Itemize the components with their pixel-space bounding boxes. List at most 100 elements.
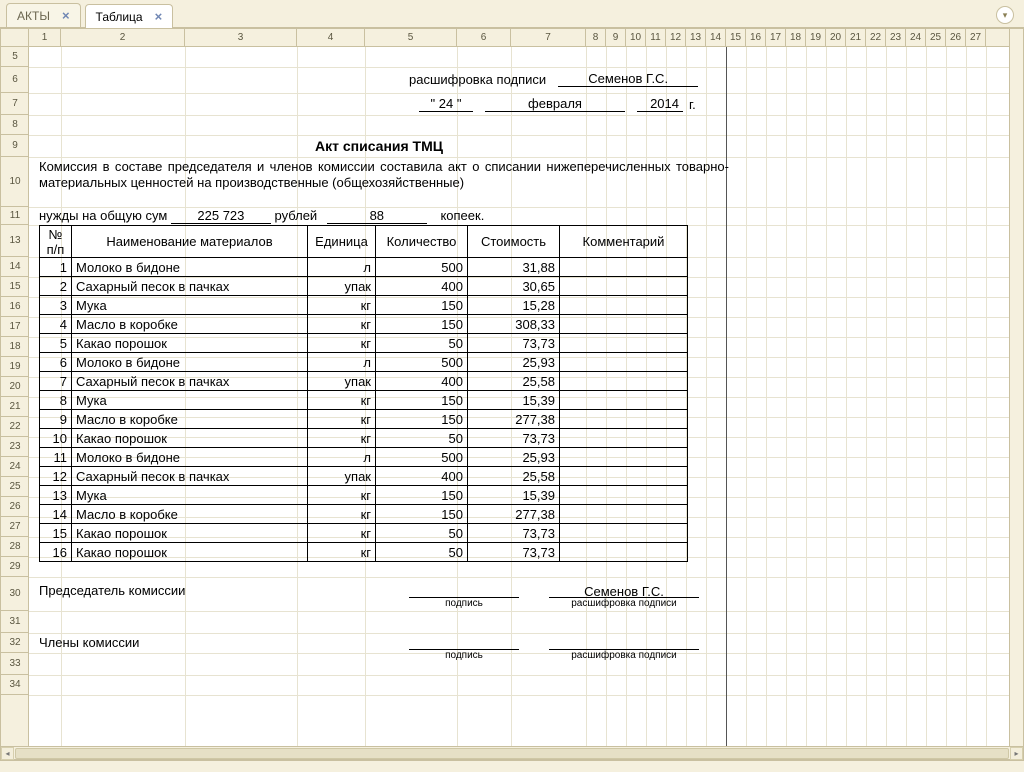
cell-pp[interactable]: 3 <box>40 296 72 315</box>
cell-qty[interactable]: 50 <box>376 334 468 353</box>
row-header[interactable]: 16 <box>1 297 29 317</box>
column-header[interactable]: 23 <box>886 29 906 47</box>
row-header[interactable]: 8 <box>1 115 29 135</box>
cell-qty[interactable]: 50 <box>376 524 468 543</box>
column-header[interactable]: 26 <box>946 29 966 47</box>
cell-name[interactable]: Какао порошок <box>72 429 308 448</box>
cell-qty[interactable]: 400 <box>376 277 468 296</box>
row-header[interactable]: 26 <box>1 497 29 517</box>
table-row[interactable]: 8Мукакг15015,39 <box>40 391 688 410</box>
table-row[interactable]: 2Сахарный песок в пачкахупак40030,65 <box>40 277 688 296</box>
row-header[interactable]: 6 <box>1 67 29 93</box>
sheet-grid[interactable]: расшифровка подписи Семенов Г.С. " 24 " … <box>29 47 1009 746</box>
close-icon[interactable]: × <box>155 9 163 24</box>
cell-name[interactable]: Масло в коробке <box>72 315 308 334</box>
table-row[interactable]: 13Мукакг15015,39 <box>40 486 688 505</box>
table-row[interactable]: 14Масло в коробкекг150277,38 <box>40 505 688 524</box>
column-header[interactable]: 22 <box>866 29 886 47</box>
cell-name[interactable]: Мука <box>72 391 308 410</box>
cell-qty[interactable]: 150 <box>376 486 468 505</box>
cell-name[interactable]: Сахарный песок в пачках <box>72 467 308 486</box>
column-header[interactable]: 19 <box>806 29 826 47</box>
cell-comment[interactable] <box>560 334 688 353</box>
cell-unit[interactable]: кг <box>308 410 376 429</box>
table-row[interactable]: 9Масло в коробкекг150277,38 <box>40 410 688 429</box>
cell-unit[interactable]: л <box>308 448 376 467</box>
row-header[interactable]: 28 <box>1 537 29 557</box>
table-row[interactable]: 1Молоко в бидонел50031,88 <box>40 258 688 277</box>
cell-pp[interactable]: 13 <box>40 486 72 505</box>
cell-unit[interactable]: кг <box>308 543 376 562</box>
row-header[interactable]: 20 <box>1 377 29 397</box>
cell-comment[interactable] <box>560 524 688 543</box>
cell-comment[interactable] <box>560 315 688 334</box>
row-header[interactable]: 33 <box>1 653 29 675</box>
cell-unit[interactable]: кг <box>308 334 376 353</box>
scroll-right-icon[interactable]: ▸ <box>1010 747 1023 760</box>
cell-name[interactable]: Мука <box>72 486 308 505</box>
chevron-down-icon[interactable]: ▾ <box>996 6 1014 24</box>
cell-pp[interactable]: 10 <box>40 429 72 448</box>
cell-name[interactable]: Мука <box>72 296 308 315</box>
row-header[interactable]: 23 <box>1 437 29 457</box>
table-row[interactable]: 12Сахарный песок в пачкахупак40025,58 <box>40 467 688 486</box>
cell-name[interactable]: Какао порошок <box>72 524 308 543</box>
cell-name[interactable]: Сахарный песок в пачках <box>72 277 308 296</box>
row-header[interactable]: 32 <box>1 633 29 653</box>
table-row[interactable]: 15Какао порошоккг5073,73 <box>40 524 688 543</box>
column-header[interactable]: 3 <box>185 29 297 47</box>
row-header[interactable]: 22 <box>1 417 29 437</box>
cell-cost[interactable]: 25,93 <box>468 448 560 467</box>
cell-pp[interactable]: 16 <box>40 543 72 562</box>
cell-pp[interactable]: 9 <box>40 410 72 429</box>
cell-unit[interactable]: упак <box>308 277 376 296</box>
cell-name[interactable]: Какао порошок <box>72 334 308 353</box>
cell-name[interactable]: Сахарный песок в пачках <box>72 372 308 391</box>
cell-pp[interactable]: 11 <box>40 448 72 467</box>
table-row[interactable]: 6Молоко в бидонел50025,93 <box>40 353 688 372</box>
cell-cost[interactable]: 73,73 <box>468 524 560 543</box>
cell-cost[interactable]: 30,65 <box>468 277 560 296</box>
cell-cost[interactable]: 73,73 <box>468 334 560 353</box>
cell-qty[interactable]: 150 <box>376 391 468 410</box>
cell-qty[interactable]: 500 <box>376 448 468 467</box>
cell-qty[interactable]: 150 <box>376 315 468 334</box>
cell-qty[interactable]: 150 <box>376 296 468 315</box>
cell-comment[interactable] <box>560 258 688 277</box>
cell-unit[interactable]: кг <box>308 486 376 505</box>
column-header[interactable]: 9 <box>606 29 626 47</box>
cell-comment[interactable] <box>560 486 688 505</box>
column-header[interactable]: 21 <box>846 29 866 47</box>
cell-unit[interactable]: кг <box>308 315 376 334</box>
scroll-thumb[interactable] <box>15 748 1009 759</box>
cell-unit[interactable]: упак <box>308 372 376 391</box>
cell-cost[interactable]: 277,38 <box>468 410 560 429</box>
cell-name[interactable]: Молоко в бидоне <box>72 258 308 277</box>
column-header[interactable]: 10 <box>626 29 646 47</box>
cell-cost[interactable]: 25,58 <box>468 372 560 391</box>
column-header[interactable]: 4 <box>297 29 365 47</box>
column-header[interactable]: 17 <box>766 29 786 47</box>
column-header[interactable]: 1 <box>29 29 61 47</box>
column-header[interactable]: 11 <box>646 29 666 47</box>
cell-cost[interactable]: 25,58 <box>468 467 560 486</box>
cell-cost[interactable]: 25,93 <box>468 353 560 372</box>
cell-comment[interactable] <box>560 429 688 448</box>
column-header[interactable]: 6 <box>457 29 511 47</box>
cell-comment[interactable] <box>560 372 688 391</box>
cell-cost[interactable]: 73,73 <box>468 543 560 562</box>
cell-comment[interactable] <box>560 448 688 467</box>
cell-pp[interactable]: 14 <box>40 505 72 524</box>
table-row[interactable]: 10Какао порошоккг5073,73 <box>40 429 688 448</box>
cell-qty[interactable]: 400 <box>376 467 468 486</box>
cell-pp[interactable]: 8 <box>40 391 72 410</box>
row-header[interactable]: 29 <box>1 557 29 577</box>
table-row[interactable]: 11Молоко в бидонел50025,93 <box>40 448 688 467</box>
cell-pp[interactable]: 7 <box>40 372 72 391</box>
cell-comment[interactable] <box>560 467 688 486</box>
cell-unit[interactable]: кг <box>308 524 376 543</box>
row-header[interactable]: 13 <box>1 225 29 257</box>
cell-unit[interactable]: кг <box>308 391 376 410</box>
cell-name[interactable]: Какао порошок <box>72 543 308 562</box>
cell-name[interactable]: Молоко в бидоне <box>72 448 308 467</box>
